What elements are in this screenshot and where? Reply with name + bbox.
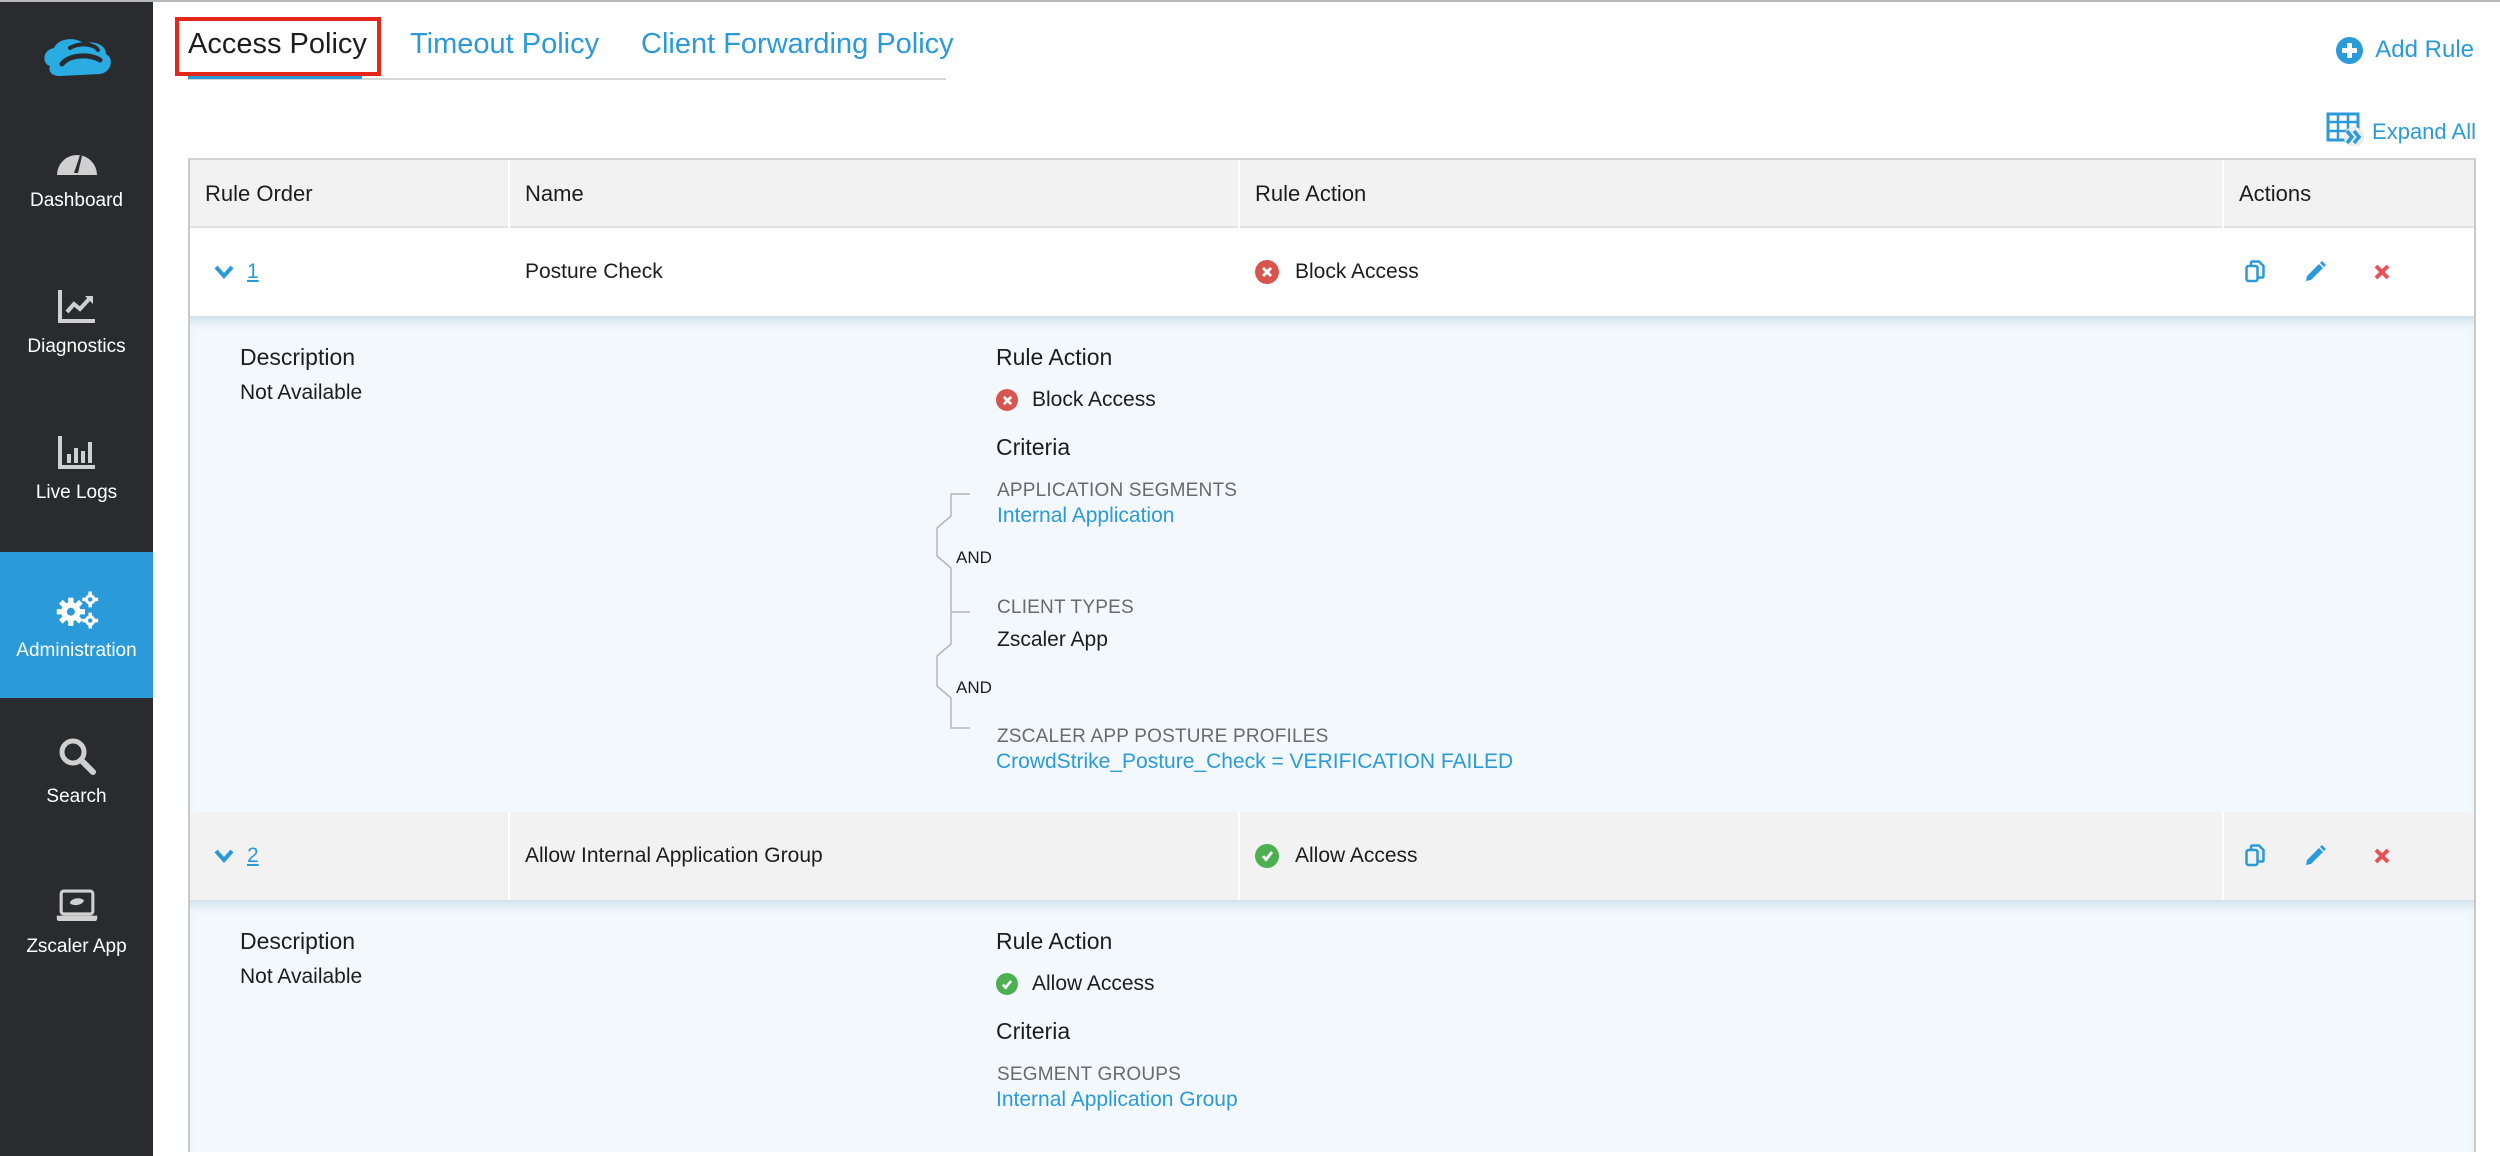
block-x-circle-icon bbox=[996, 389, 1018, 411]
rule-detail-panel: Description Not Available Rule Action Bl… bbox=[190, 316, 2474, 812]
rule-action-value: Block Access bbox=[996, 388, 1156, 412]
edit-pencil-icon[interactable] bbox=[2303, 260, 2327, 284]
row-actions-cell bbox=[2224, 812, 2474, 900]
block-x-circle-icon bbox=[1255, 260, 1279, 284]
sidebar-item-label: Live Logs bbox=[35, 482, 118, 503]
and-operator: AND bbox=[956, 548, 992, 567]
allow-check-circle-icon bbox=[1255, 844, 1279, 868]
criteria-caption: CLIENT TYPES bbox=[997, 597, 1134, 618]
chevron-down-icon[interactable] bbox=[213, 845, 235, 867]
sidebar-item-label: Zscaler App bbox=[26, 936, 127, 957]
column-header-actions: Actions bbox=[2239, 181, 2312, 206]
rule-action-text: Allow Access bbox=[1032, 972, 1155, 995]
and-operator: AND bbox=[956, 678, 992, 697]
rule-action-cell: Block Access bbox=[1240, 228, 2224, 316]
criteria-label: Criteria bbox=[996, 1018, 1071, 1044]
search-icon bbox=[55, 734, 99, 778]
description-value: Not Available bbox=[240, 381, 363, 404]
rule-order-cell: 1 bbox=[190, 228, 510, 316]
window-top-border bbox=[0, 0, 2500, 2]
rule-name-cell: Allow Internal Application Group bbox=[510, 812, 1240, 900]
criteria-caption: SEGMENT GROUPS bbox=[997, 1064, 1182, 1085]
rule-action-label: Rule Action bbox=[996, 928, 1113, 954]
criteria-caption: APPLICATION SEGMENTS bbox=[997, 480, 1238, 501]
chevron-down-icon[interactable] bbox=[213, 261, 235, 283]
plus-circle-icon bbox=[2336, 36, 2364, 64]
criteria-caption: ZSCALER APP POSTURE PROFILES bbox=[997, 726, 1329, 747]
delete-x-icon[interactable] bbox=[2373, 847, 2391, 865]
column-header-rule-action[interactable]: Rule Action bbox=[1240, 160, 2224, 228]
rule-action-cell: Allow Access bbox=[1240, 812, 2224, 900]
laptop-icon bbox=[55, 884, 99, 928]
copy-icon[interactable] bbox=[2245, 260, 2265, 284]
chart-line-icon bbox=[55, 284, 99, 328]
sidebar-item-dashboard[interactable]: Dashboard bbox=[0, 102, 153, 248]
table-row: 1 Posture Check Block Access bbox=[190, 228, 2474, 316]
rule-action-label: Rule Action bbox=[996, 344, 1113, 370]
tab-timeout-policy[interactable]: Timeout Policy bbox=[410, 28, 599, 61]
column-header-name[interactable]: Name bbox=[510, 160, 1240, 228]
description-label: Description bbox=[240, 344, 356, 370]
rule-detail-panel: Description Not Available Rule Action Al… bbox=[190, 900, 2474, 1152]
table-row: 2 Allow Internal Application Group Allow… bbox=[190, 812, 2474, 900]
column-header-rule-order[interactable]: Rule Order bbox=[190, 160, 510, 228]
zscaler-logo-icon[interactable] bbox=[40, 36, 114, 82]
description-label: Description bbox=[240, 928, 356, 954]
sidebar-item-search[interactable]: Search bbox=[0, 698, 153, 844]
rule-action-text: Block Access bbox=[1032, 388, 1156, 411]
sidebar-item-live-logs[interactable]: Live Logs bbox=[0, 394, 153, 540]
rule-action-value: Allow Access bbox=[996, 972, 1155, 996]
rule-order-cell: 2 bbox=[190, 812, 510, 900]
policy-rules-table: Rule Order Name Rule Action Actions 1 Po… bbox=[188, 158, 2476, 1152]
rule-order-link[interactable]: 1 bbox=[247, 260, 259, 284]
criteria-value-link[interactable]: Internal Application Group bbox=[996, 1088, 1238, 1112]
copy-icon[interactable] bbox=[2245, 844, 2265, 868]
edit-pencil-icon[interactable] bbox=[2303, 844, 2327, 868]
allow-check-circle-icon bbox=[996, 973, 1018, 995]
criteria-value-link[interactable]: CrowdStrike_Posture_Check = VERIFICATION… bbox=[996, 750, 1513, 774]
criteria-label: Criteria bbox=[996, 434, 1071, 460]
sidebar-item-label: Diagnostics bbox=[27, 336, 126, 357]
add-rule-button[interactable]: Add Rule bbox=[2336, 36, 2474, 64]
criteria-value: Zscaler App bbox=[997, 628, 1108, 651]
row-actions-cell bbox=[2224, 228, 2474, 316]
sidebar-item-diagnostics[interactable]: Diagnostics bbox=[0, 248, 153, 394]
sidebar-item-label: Dashboard bbox=[30, 190, 123, 211]
tab-client-forwarding-policy[interactable]: Client Forwarding Policy bbox=[641, 28, 954, 61]
table-header: Rule Order Name Rule Action Actions bbox=[190, 160, 2474, 228]
rule-order-link[interactable]: 2 bbox=[247, 844, 259, 868]
gauge-icon bbox=[55, 138, 99, 182]
expand-table-icon bbox=[2326, 112, 2372, 152]
sidebar-item-zscaler-app[interactable]: Zscaler App bbox=[0, 848, 153, 994]
rule-action-label: Block Access bbox=[1295, 260, 1419, 283]
description-value: Not Available bbox=[240, 965, 363, 988]
criteria-value-link[interactable]: Internal Application bbox=[997, 504, 1174, 528]
expand-all-button[interactable]: Expand All bbox=[2326, 112, 2476, 152]
rule-name-cell: Posture Check bbox=[525, 260, 663, 283]
highlight-box bbox=[175, 17, 381, 76]
sidebar-item-label: Search bbox=[46, 786, 107, 807]
add-rule-label: Add Rule bbox=[2375, 36, 2474, 63]
expand-all-label: Expand All bbox=[2372, 119, 2476, 144]
sidebar: Dashboard Diagnostics Live Logs Administ… bbox=[0, 2, 153, 1156]
bar-chart-icon bbox=[55, 430, 99, 474]
gears-icon bbox=[55, 588, 99, 632]
sidebar-item-administration[interactable]: Administration bbox=[0, 552, 153, 698]
sidebar-item-label: Administration bbox=[16, 640, 137, 661]
delete-x-icon[interactable] bbox=[2373, 263, 2391, 281]
rule-action-label: Allow Access bbox=[1295, 844, 1418, 867]
